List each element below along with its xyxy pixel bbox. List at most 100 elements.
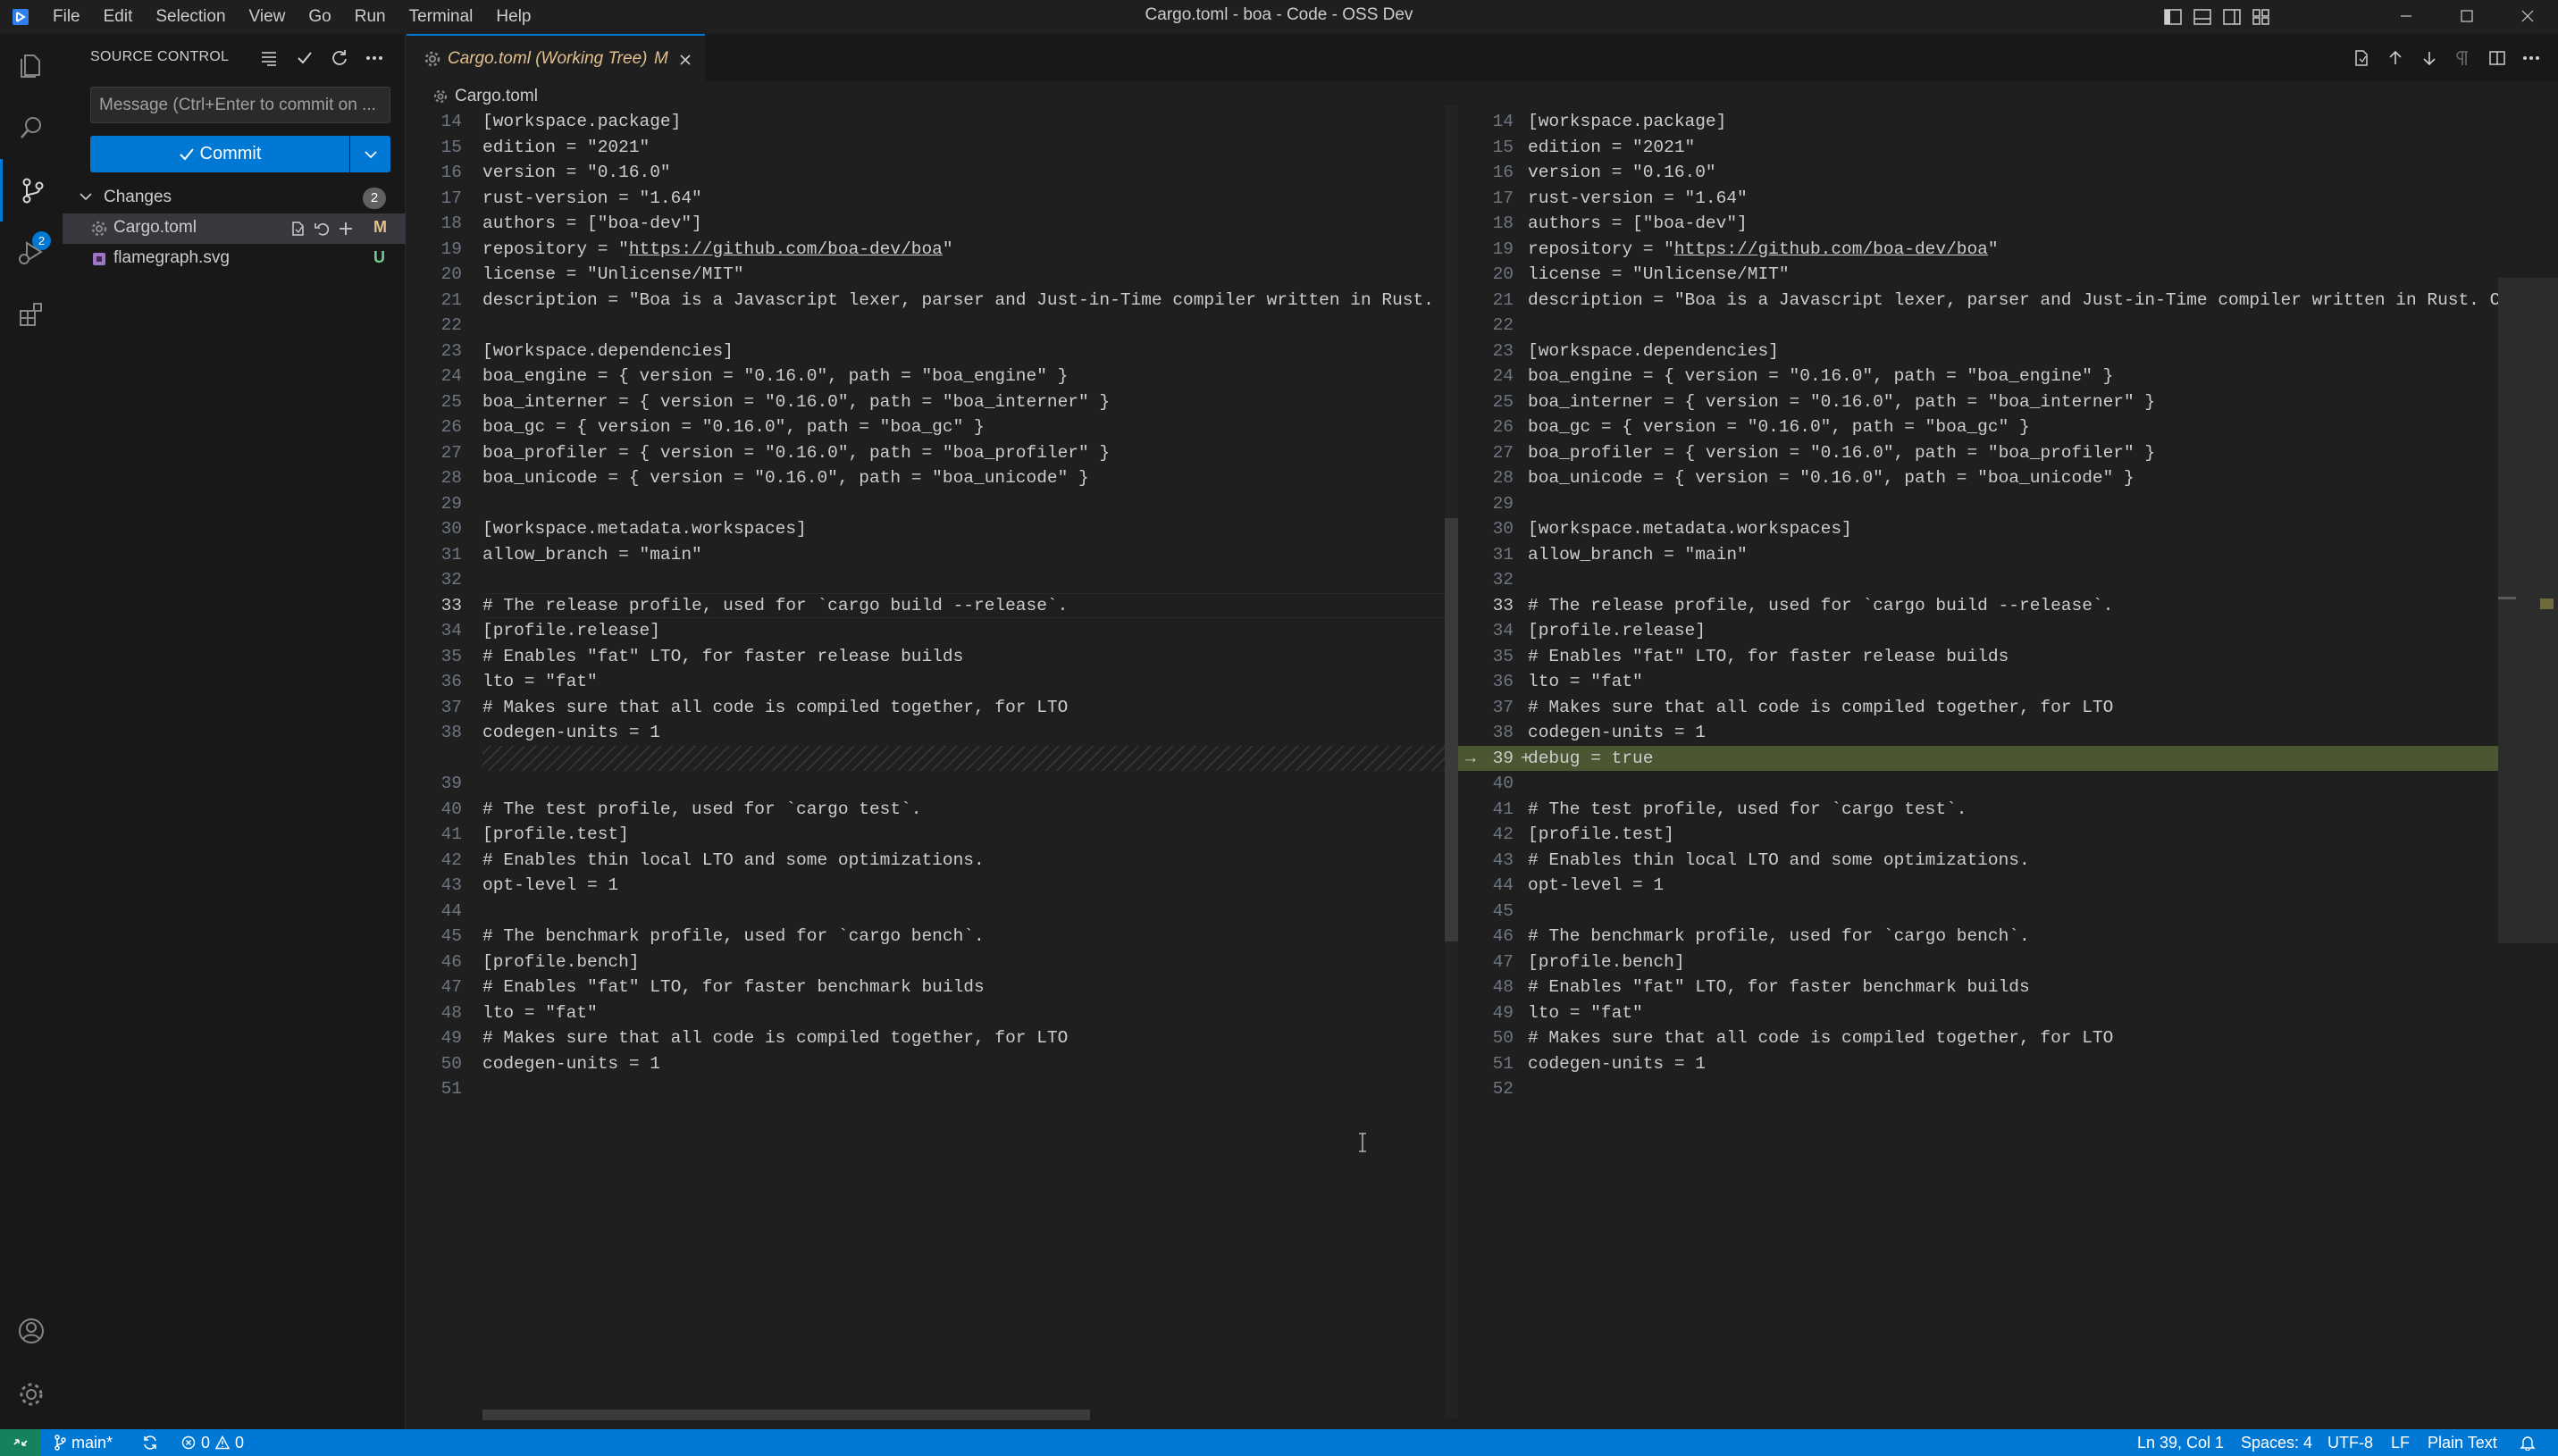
menu-go[interactable]: Go xyxy=(297,0,342,34)
show-whitespace-icon[interactable] xyxy=(2449,44,2478,72)
previous-change-icon[interactable] xyxy=(2381,44,2410,72)
line-number: 31 xyxy=(440,544,462,565)
code-line: license = "Unlicense/MIT" xyxy=(1528,264,1790,284)
horizontal-scrollbar-thumb[interactable] xyxy=(482,1410,1090,1420)
menu-terminal[interactable]: Terminal xyxy=(398,0,485,34)
menu-run[interactable]: Run xyxy=(343,0,398,34)
toggle-secondary-sidebar-icon[interactable] xyxy=(2219,4,2244,29)
more-actions-icon[interactable] xyxy=(2517,44,2545,72)
gear-file-icon xyxy=(424,51,440,67)
customize-layout-icon[interactable] xyxy=(2249,4,2274,29)
warning-count: 0 xyxy=(235,1433,245,1452)
open-file-icon[interactable] xyxy=(286,217,309,240)
line-number: 44 xyxy=(440,900,462,921)
code-line: codegen-units = 1 xyxy=(1528,723,1706,742)
line-number: 49 xyxy=(440,1028,462,1048)
problems-status[interactable]: 0 0 xyxy=(181,1429,244,1456)
line-number: 17 xyxy=(440,188,462,208)
line-number: 37 xyxy=(440,697,462,717)
notifications-bell-icon[interactable] xyxy=(2520,1429,2536,1456)
left-scrollbar-thumb[interactable] xyxy=(1445,518,1458,941)
code-line: boa_profiler = { version = "0.16.0", pat… xyxy=(1528,442,2156,463)
menu-help[interactable]: Help xyxy=(484,0,542,34)
tab-cargo-toml-working-tree[interactable]: Cargo.toml (Working Tree) M xyxy=(407,34,705,81)
line-number: 33 xyxy=(1492,595,1514,615)
line-number: 45 xyxy=(1492,900,1514,921)
code-line: version = "0.16.0" xyxy=(482,163,671,182)
changed-file-row[interactable]: flamegraph.svg U xyxy=(63,244,406,274)
activity-bar: 2 xyxy=(0,34,63,1429)
code-line: [workspace.dependencies] xyxy=(1528,340,1779,361)
menu-view[interactable]: View xyxy=(238,0,298,34)
end-of-line[interactable]: LF xyxy=(2391,1429,2410,1456)
line-number: 29 xyxy=(440,493,462,514)
file-name: flamegraph.svg xyxy=(113,248,230,267)
warning-icon xyxy=(215,1435,231,1450)
code-line: boa_unicode = { version = "0.16.0", path… xyxy=(482,468,1089,488)
line-number: 44 xyxy=(1492,875,1514,895)
split-editor-icon[interactable] xyxy=(2483,44,2512,72)
commit-dropdown-button[interactable] xyxy=(350,136,390,172)
line-number: 22 xyxy=(1492,315,1514,335)
discard-changes-icon[interactable] xyxy=(310,217,333,240)
changes-group-header[interactable]: Changes 2 xyxy=(63,184,406,213)
search-icon[interactable] xyxy=(0,96,63,159)
minimize-icon[interactable] xyxy=(2376,0,2436,32)
source-control-icon[interactable] xyxy=(0,159,63,222)
repository-link[interactable]: https://github.com/boa-dev/boa xyxy=(629,239,943,259)
line-number: 40 xyxy=(1492,774,1514,793)
menu-edit[interactable]: Edit xyxy=(92,0,145,34)
sync-icon[interactable] xyxy=(141,1429,159,1456)
view-as-list-icon[interactable] xyxy=(256,45,282,71)
close-icon[interactable] xyxy=(676,51,694,69)
right-scrollbar-thumb[interactable] xyxy=(2498,278,2558,943)
code-line: [workspace.package] xyxy=(482,112,682,131)
encoding[interactable]: UTF-8 xyxy=(2327,1429,2373,1456)
diff-modified-pane[interactable]: 14 [workspace.package] 15 edition = "2021" 1… xyxy=(1458,105,2558,1418)
refresh-icon[interactable] xyxy=(326,45,353,71)
commit-button[interactable]: Commit xyxy=(90,136,349,172)
line-number: 35 xyxy=(1492,646,1514,666)
close-window-icon[interactable] xyxy=(2497,0,2558,32)
commit-message-input[interactable] xyxy=(90,87,390,123)
changed-file-row[interactable]: Cargo.toml M xyxy=(63,213,406,244)
repository-link[interactable]: https://github.com/boa-dev/boa xyxy=(1674,239,1988,259)
branch-status[interactable]: main* xyxy=(54,1429,113,1456)
breadcrumb-file[interactable]: Cargo.toml xyxy=(455,87,538,106)
toggle-primary-sidebar-icon[interactable] xyxy=(2160,4,2185,29)
more-actions-icon[interactable] xyxy=(361,45,388,71)
commit-check-icon[interactable] xyxy=(291,45,318,71)
code-line: codegen-units = 1 xyxy=(482,1053,660,1074)
code-line: [workspace.package] xyxy=(1528,112,1727,131)
code-line: # Enables "fat" LTO, for faster benchmar… xyxy=(482,977,985,997)
code-line: repository = "https://github.com/boa-dev… xyxy=(482,238,953,259)
cursor-position[interactable]: Ln 39, Col 1 xyxy=(2137,1429,2224,1456)
code-line: edition = "2021" xyxy=(1528,137,1696,157)
language-mode[interactable]: Plain Text xyxy=(2428,1429,2497,1456)
remote-icon[interactable] xyxy=(0,1429,41,1456)
image-file-icon xyxy=(93,253,105,265)
status-bar: main* 0 0 Ln 39, Col 1 Spaces: 4 UTF-8 L… xyxy=(0,1429,2558,1456)
manage-gear-icon[interactable] xyxy=(0,1363,63,1426)
open-file-icon[interactable] xyxy=(2347,44,2376,72)
explorer-icon[interactable] xyxy=(0,34,63,96)
toggle-panel-icon[interactable] xyxy=(2190,4,2215,29)
extensions-icon[interactable] xyxy=(0,284,63,347)
line-number: 40 xyxy=(440,799,462,819)
line-number: 34 xyxy=(1492,621,1514,640)
code-line: # Makes sure that all code is compiled t… xyxy=(1528,697,2114,717)
line-number: 33 xyxy=(440,595,462,615)
code-line: description = "Boa is a Javascript lexer… xyxy=(482,289,1445,310)
code-line: [profile.release] xyxy=(1528,621,1706,640)
menu-selection[interactable]: Selection xyxy=(144,0,237,34)
accounts-icon[interactable] xyxy=(0,1300,63,1362)
next-change-icon[interactable] xyxy=(2415,44,2444,72)
stage-changes-icon[interactable] xyxy=(334,217,357,240)
run-debug-icon[interactable] xyxy=(0,222,63,284)
menu-file[interactable]: File xyxy=(41,0,92,34)
diff-original-pane[interactable]: 14 [workspace.package] 15 edition = "2021" 1… xyxy=(407,105,1445,1418)
line-number: 28 xyxy=(440,468,462,488)
maximize-icon[interactable] xyxy=(2436,0,2497,32)
editor-tab-bar: Cargo.toml (Working Tree) M xyxy=(407,34,2558,81)
indentation[interactable]: Spaces: 4 xyxy=(2241,1429,2312,1456)
